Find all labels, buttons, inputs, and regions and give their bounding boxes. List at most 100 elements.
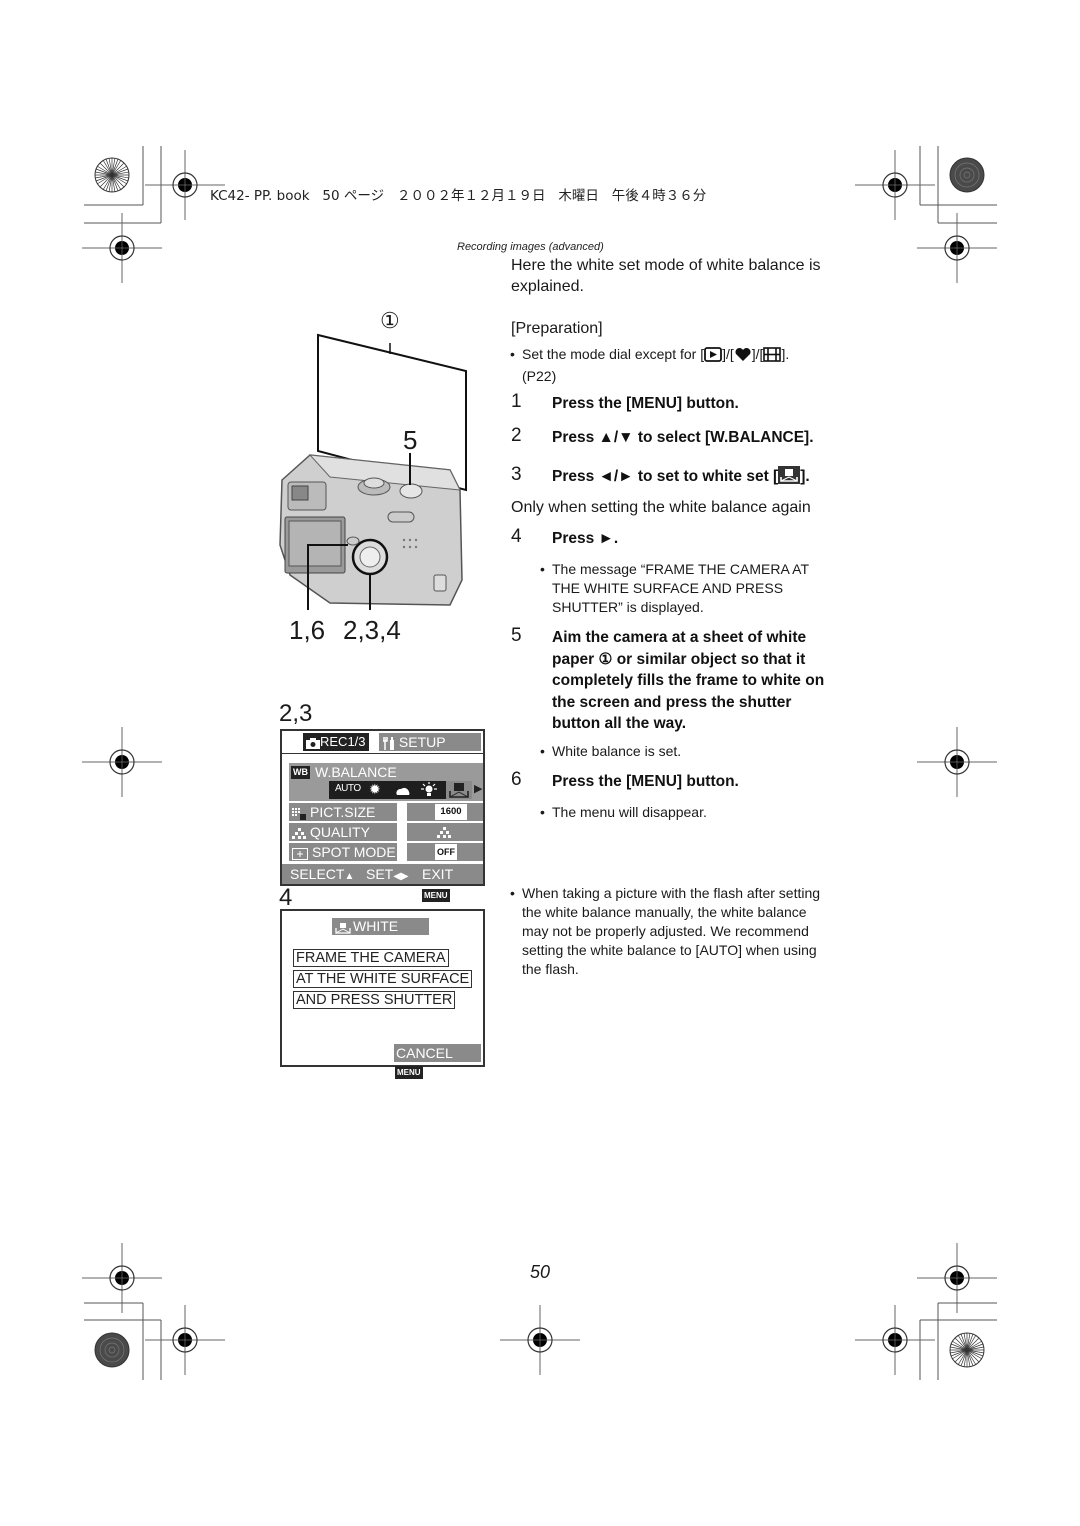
menu-step-label: 1,6 [289, 615, 326, 645]
heart-icon [734, 347, 752, 367]
step-number: 6 [511, 769, 522, 790]
camera-drawing [279, 333, 467, 610]
note-only-when: Only when setting the white balance agai… [511, 499, 811, 516]
white-set-screen-label: 4 [279, 884, 293, 911]
menu-screen: REC1/3 SETUP WB W.BALANCE AUTO ✹ ▶ PICT.… [280, 729, 485, 902]
white-set-screen: WHITE SET FRAME THE CAMERA AT THE WHITE … [280, 909, 485, 1079]
white-set-option[interactable] [446, 781, 472, 799]
paper-callout: ① [380, 308, 400, 333]
white-set-icon [335, 921, 351, 938]
intro-line: Here the white set mode of white balance… [511, 257, 821, 274]
menu-footer: SELECT▲ SET◀▶ EXIT MENU [282, 864, 483, 902]
step-number: 2 [511, 425, 522, 446]
starburst-mark [94, 157, 130, 193]
playback-icon [704, 347, 723, 367]
message-line: AT THE WHITE SURFACE [293, 970, 473, 988]
preparation-heading: [Preparation] [511, 320, 603, 337]
note-line: the white balance manually, the white ba… [522, 904, 807, 920]
message-line: FRAME THE CAMERA [293, 949, 449, 967]
print-marks [81, 146, 998, 1380]
bullet-line: THE WHITE SURFACE AND PRESS [552, 580, 784, 596]
arrow-right-icon[interactable]: ▶ [474, 782, 482, 795]
footer-set: SET◀▶ [366, 866, 409, 882]
page-reference: (P22) [522, 368, 557, 384]
step-line: Aim the camera at a sheet of white [552, 629, 807, 646]
step-line: the screen and press the shutter [552, 693, 792, 711]
menu-value-quality [407, 823, 483, 841]
menu-button-tag: MENU [395, 1066, 423, 1079]
white-set-title: WHITE SET [332, 918, 429, 954]
white-set-icon [778, 466, 801, 491]
quality-icon [292, 826, 306, 844]
bullet-line: SHUTTER” is displayed. [552, 599, 704, 615]
motion-picture-icon [763, 347, 782, 367]
wb-options: AUTO ✹ [329, 781, 472, 799]
note-line: may not be properly adjusted. We recomme… [522, 923, 809, 939]
step-3-text: Press ◄/► to set to white set []. [552, 466, 810, 491]
intro-text: Here the white set mode of white balance… [511, 255, 821, 297]
spot-mode-value: OFF [435, 844, 457, 860]
message-line: AND PRESS SHUTTER [293, 991, 456, 1009]
bullet-line: The message “FRAME THE CAMERA AT [552, 561, 809, 577]
footer-exit[interactable]: EXIT MENU [422, 864, 483, 904]
pict-size-icon [292, 806, 306, 824]
footer-select: SELECT▲ [290, 866, 355, 882]
white-set-icon [449, 783, 469, 798]
step-4-text: Press ►. [552, 530, 619, 547]
tab-setup[interactable]: SETUP [379, 733, 481, 751]
menu-row-pict-size[interactable]: PICT.SIZE [289, 803, 397, 821]
page-number: 50 [530, 1262, 551, 1282]
step-6-text: Press the [MENU] button. [552, 773, 739, 790]
menu-button-tag: MENU [422, 889, 450, 902]
flash-note: When taking a picture with the flash aft… [510, 884, 821, 979]
step-number: 4 [511, 526, 522, 547]
step-number: 5 [511, 625, 522, 646]
preparation-bullet: Set the mode dial except for []/[]/[]. (… [510, 345, 789, 386]
quality-value-icon [437, 826, 451, 844]
registration-mark [499, 1304, 581, 1376]
menu-row-spot-mode[interactable]: SPOT MODE [289, 843, 397, 861]
sunny-icon[interactable]: ✹ [369, 781, 381, 798]
tab-divider [282, 753, 483, 754]
spot-mode-icon [292, 846, 308, 864]
note-line: setting the white balance to [AUTO] when… [522, 942, 817, 958]
dark-disc-mark [949, 157, 985, 193]
camera-icon [306, 736, 320, 754]
left-right-icon: ◀▶ [393, 871, 409, 882]
step-line: button all the way. [552, 715, 687, 732]
cursor-step-label: 2,3,4 [343, 615, 401, 645]
registration-mark [81, 726, 163, 798]
incandescent-icon[interactable] [421, 782, 437, 803]
wb-row[interactable]: WB W.BALANCE AUTO ✹ ▶ [289, 763, 483, 801]
step-5-bullet: White balance is set. [540, 742, 681, 761]
step-6-bullet: The menu will disappear. [540, 803, 707, 822]
intro-line: explained. [511, 278, 584, 295]
registration-mark [854, 149, 936, 221]
menu-value-pict-size: 1600 [407, 803, 483, 821]
tab-rec[interactable]: REC1/3 [303, 733, 369, 751]
menu-row-quality[interactable]: QUALITY [289, 823, 397, 841]
camera-illustration: ① 5 1,6 2,3,4 [270, 305, 480, 650]
pict-size-value: 1600 [435, 804, 467, 820]
note-line: When taking a picture with the flash aft… [522, 885, 821, 901]
step-line: completely fills the frame to white on [552, 672, 825, 689]
step-4-bullet: The message “FRAME THE CAMERA AT THE WHI… [540, 560, 809, 617]
step-2-text: Press ▲/▼ to select [W.BALANCE]. [552, 429, 814, 446]
registration-mark [854, 1304, 936, 1376]
step-line: paper ① or similar object so that it [552, 650, 806, 668]
menu-screen-label: 2,3 [279, 700, 313, 727]
cloudy-icon[interactable] [395, 783, 411, 801]
starburst-mark [949, 1332, 985, 1368]
file-info-header: KC42- PP. book 50 ページ ２００２年１２月１９日 木曜日 午後… [210, 188, 707, 204]
note-line: the flash. [522, 961, 579, 977]
up-down-icon: ▲ [344, 871, 355, 882]
step-5-text: Aim the camera at a sheet of white paper… [552, 627, 824, 735]
step-number: 1 [511, 391, 522, 412]
dark-disc-mark [94, 1332, 130, 1368]
menu-value-spot-mode: OFF [407, 843, 483, 861]
cancel-button[interactable]: CANCELMENU [394, 1044, 481, 1079]
step-number: 3 [511, 464, 522, 485]
wb-option-auto[interactable]: AUTO [335, 783, 361, 794]
wb-badge: WB [291, 766, 310, 779]
wb-label: W.BALANCE [315, 764, 397, 780]
